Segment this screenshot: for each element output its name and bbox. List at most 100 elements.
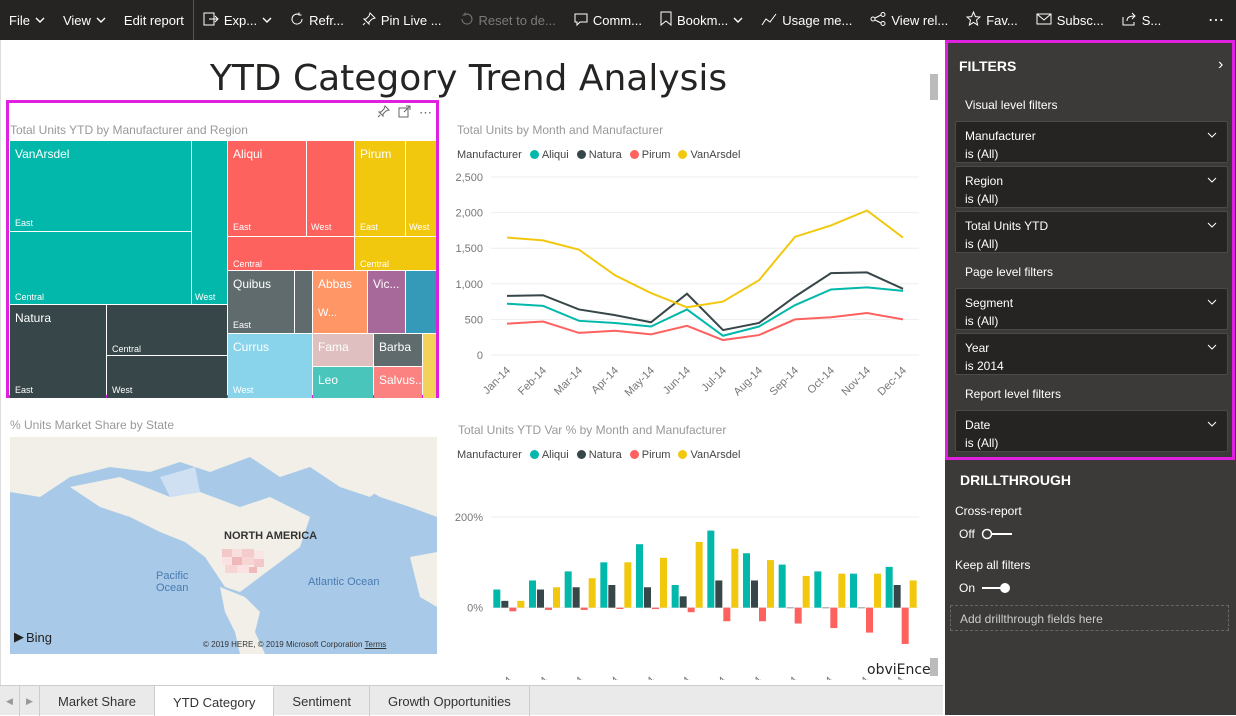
legend-item-vanarsdel[interactable]: VanArsdel: [678, 449, 740, 461]
region-label: West: [112, 385, 133, 395]
bar-aliqui: [707, 530, 715, 608]
bar-natura: [501, 600, 509, 608]
bar-aliqui: [493, 589, 501, 608]
toolbar-bookmark-button[interactable]: Bookm...: [651, 0, 752, 40]
author-signature: obviEnce: [867, 662, 931, 678]
tab-sentiment[interactable]: Sentiment: [274, 686, 370, 716]
treemap-tile-salvus[interactable]: Salvus...: [374, 367, 425, 398]
drillthrough-fields-well[interactable]: Add drillthrough fields here: [950, 605, 1229, 631]
map-title: % Units Market Share by State: [10, 418, 175, 432]
treemap-tile-barba[interactable]: Barba: [374, 334, 422, 366]
treemap-tile-vic[interactable]: Vic...: [368, 271, 405, 333]
bar-chart[interactable]: 0% 200% Jan-14Feb-14Mar-14 Apr-14May-14 Jun-…: [441, 465, 931, 680]
treemap-tile-natura-east[interactable]: Natura East: [10, 305, 106, 398]
filter-card-total-units-ytd[interactable]: Total Units YTD is (All): [955, 211, 1228, 253]
tab-growth-opportunities[interactable]: Growth Opportunities: [370, 686, 530, 716]
legend-title: Manufacturer: [457, 449, 522, 461]
map-visual[interactable]: NORTH AMERICA Pacific Ocean Atlantic Ocea…: [10, 437, 437, 654]
filter-name: Date: [965, 418, 991, 432]
filter-card-region[interactable]: Region is (All): [955, 166, 1228, 208]
tab-scroll-left-icon[interactable]: ◀: [0, 686, 20, 716]
toolbar-related-button[interactable]: View rel...: [861, 0, 957, 40]
legend-item-pirum[interactable]: Pirum: [629, 449, 670, 461]
legend-item-natura[interactable]: Natura: [576, 149, 622, 161]
tile-label: Aliqui: [233, 147, 263, 161]
tile-label: Fama: [318, 340, 349, 354]
toolbar-comment-button[interactable]: Comm...: [565, 0, 651, 40]
x-tick-label: Jan-14: [483, 675, 515, 680]
pin-visual-icon[interactable]: [377, 105, 390, 121]
export-icon: [203, 12, 219, 29]
filter-card-manufacturer[interactable]: Manufacturer is (All): [955, 121, 1228, 163]
toolbar-share-button[interactable]: S...: [1113, 0, 1171, 40]
toolbar-label: View rel...: [891, 12, 949, 28]
collapse-chevron-icon[interactable]: ›: [1218, 56, 1223, 74]
toolbar-usage-button[interactable]: Usage me...: [752, 0, 861, 40]
line-chart-title: Total Units by Month and Manufacturer: [457, 123, 664, 137]
toolbar-mail-button[interactable]: Subsc...: [1027, 0, 1113, 40]
terms-link[interactable]: Terms: [365, 640, 387, 649]
treemap-tile-fama[interactable]: Fama: [313, 334, 373, 366]
toolbar-export-button[interactable]: Exp...: [194, 0, 281, 40]
legend-item-vanarsdel[interactable]: VanArsdel: [678, 149, 740, 161]
toolbar-chevron-down-button[interactable]: File: [0, 0, 54, 40]
x-tick-label: Apr-14: [590, 675, 622, 680]
treemap-tile-pirum-west[interactable]: West: [406, 141, 436, 236]
focus-mode-icon[interactable]: [398, 105, 411, 121]
vertical-scrollbar[interactable]: [930, 74, 938, 100]
treemap-tile-leo[interactable]: Leo: [313, 367, 373, 398]
toolbar-chevron-down-button[interactable]: View: [54, 0, 115, 40]
toolbar-item-button[interactable]: Edit report: [115, 0, 193, 40]
legend-item-natura[interactable]: Natura: [576, 449, 622, 461]
toolbar-label: Bookm...: [676, 12, 729, 28]
treemap-tile-pirum-east[interactable]: Pirum East: [355, 141, 405, 236]
treemap-title: Total Units YTD by Manufacturer and Regi…: [10, 123, 248, 137]
toolbar-pin-button[interactable]: Pin Live ...: [353, 0, 451, 40]
toolbar-label: Usage me...: [782, 12, 853, 28]
tab-scroll-right-icon[interactable]: ▶: [20, 686, 40, 716]
star-icon: [965, 10, 982, 29]
x-tick-label: May-14: [623, 365, 657, 399]
map-label-north-america: NORTH AMERICA: [224, 530, 318, 542]
bar-pirum: [687, 607, 695, 613]
filter-value: is (All): [965, 192, 999, 206]
treemap-tile-quibus-east[interactable]: Quibus East: [228, 271, 294, 333]
treemap-tile-other-blue[interactable]: [406, 271, 436, 333]
toolbar-more-button[interactable]: ⋯: [1199, 0, 1236, 40]
tab-ytd-category[interactable]: YTD Category: [155, 686, 275, 716]
treemap-tile-natura-central[interactable]: Central: [107, 305, 227, 355]
treemap-tile-aliqui-central[interactable]: Central: [228, 237, 354, 270]
legend-item-aliqui[interactable]: Aliqui: [529, 149, 569, 161]
toolbar-label: ⋯: [1208, 12, 1224, 29]
filter-card-date[interactable]: Date is (All): [955, 410, 1228, 452]
treemap-tile-aliqui-east[interactable]: Aliqui East: [228, 141, 306, 236]
legend-item-pirum[interactable]: Pirum: [629, 149, 670, 161]
treemap-tile-vanarsdel-west[interactable]: West: [192, 141, 227, 304]
filter-card-year[interactable]: Year is 2014: [955, 333, 1228, 375]
treemap-tile-vanarsdel-east[interactable]: VanArsdel East: [10, 141, 191, 231]
toolbar-reset-button[interactable]: Reset to de...: [451, 0, 565, 40]
scrollbar-thumb[interactable]: [930, 658, 938, 676]
cross-report-toggle[interactable]: Off: [959, 527, 1013, 541]
treemap-visual[interactable]: ⋯ Total Units YTD by Manufacturer and Re…: [6, 100, 439, 398]
treemap-tile-currus[interactable]: Currus West: [228, 334, 312, 398]
toolbar-refresh-button[interactable]: Refr...: [281, 0, 353, 40]
treemap-tile-other-yellow[interactable]: [423, 334, 436, 398]
treemap-tile-quibus-other[interactable]: [295, 271, 312, 333]
treemap-tile-pirum-central[interactable]: Central: [355, 237, 436, 270]
more-options-icon[interactable]: ⋯: [419, 105, 432, 121]
legend-item-aliqui[interactable]: Aliqui: [529, 449, 569, 461]
toolbar-star-button[interactable]: Fav...: [957, 0, 1027, 40]
treemap-tile-vanarsdel-central[interactable]: Central: [10, 232, 191, 304]
filter-value: is 2014: [965, 359, 1004, 373]
keep-all-filters-toggle[interactable]: On: [959, 581, 1013, 595]
filter-card-segment[interactable]: Segment is (All): [955, 288, 1228, 330]
chevron-down-icon: [1207, 299, 1217, 305]
treemap-tile-natura-west[interactable]: West: [107, 356, 227, 398]
line-chart[interactable]: 0 500 1,000 1,500 2,000 2,500 Jan-14 Feb-14 Mar-…: [441, 165, 931, 405]
treemap-tile-aliqui-west[interactable]: West: [307, 141, 354, 236]
x-tick-label: Jun-14: [661, 675, 693, 680]
tab-market-share[interactable]: Market Share: [40, 686, 156, 716]
treemap-tile-abbas[interactable]: Abbas W...: [313, 271, 367, 333]
tile-sublabel: W...: [318, 307, 337, 319]
